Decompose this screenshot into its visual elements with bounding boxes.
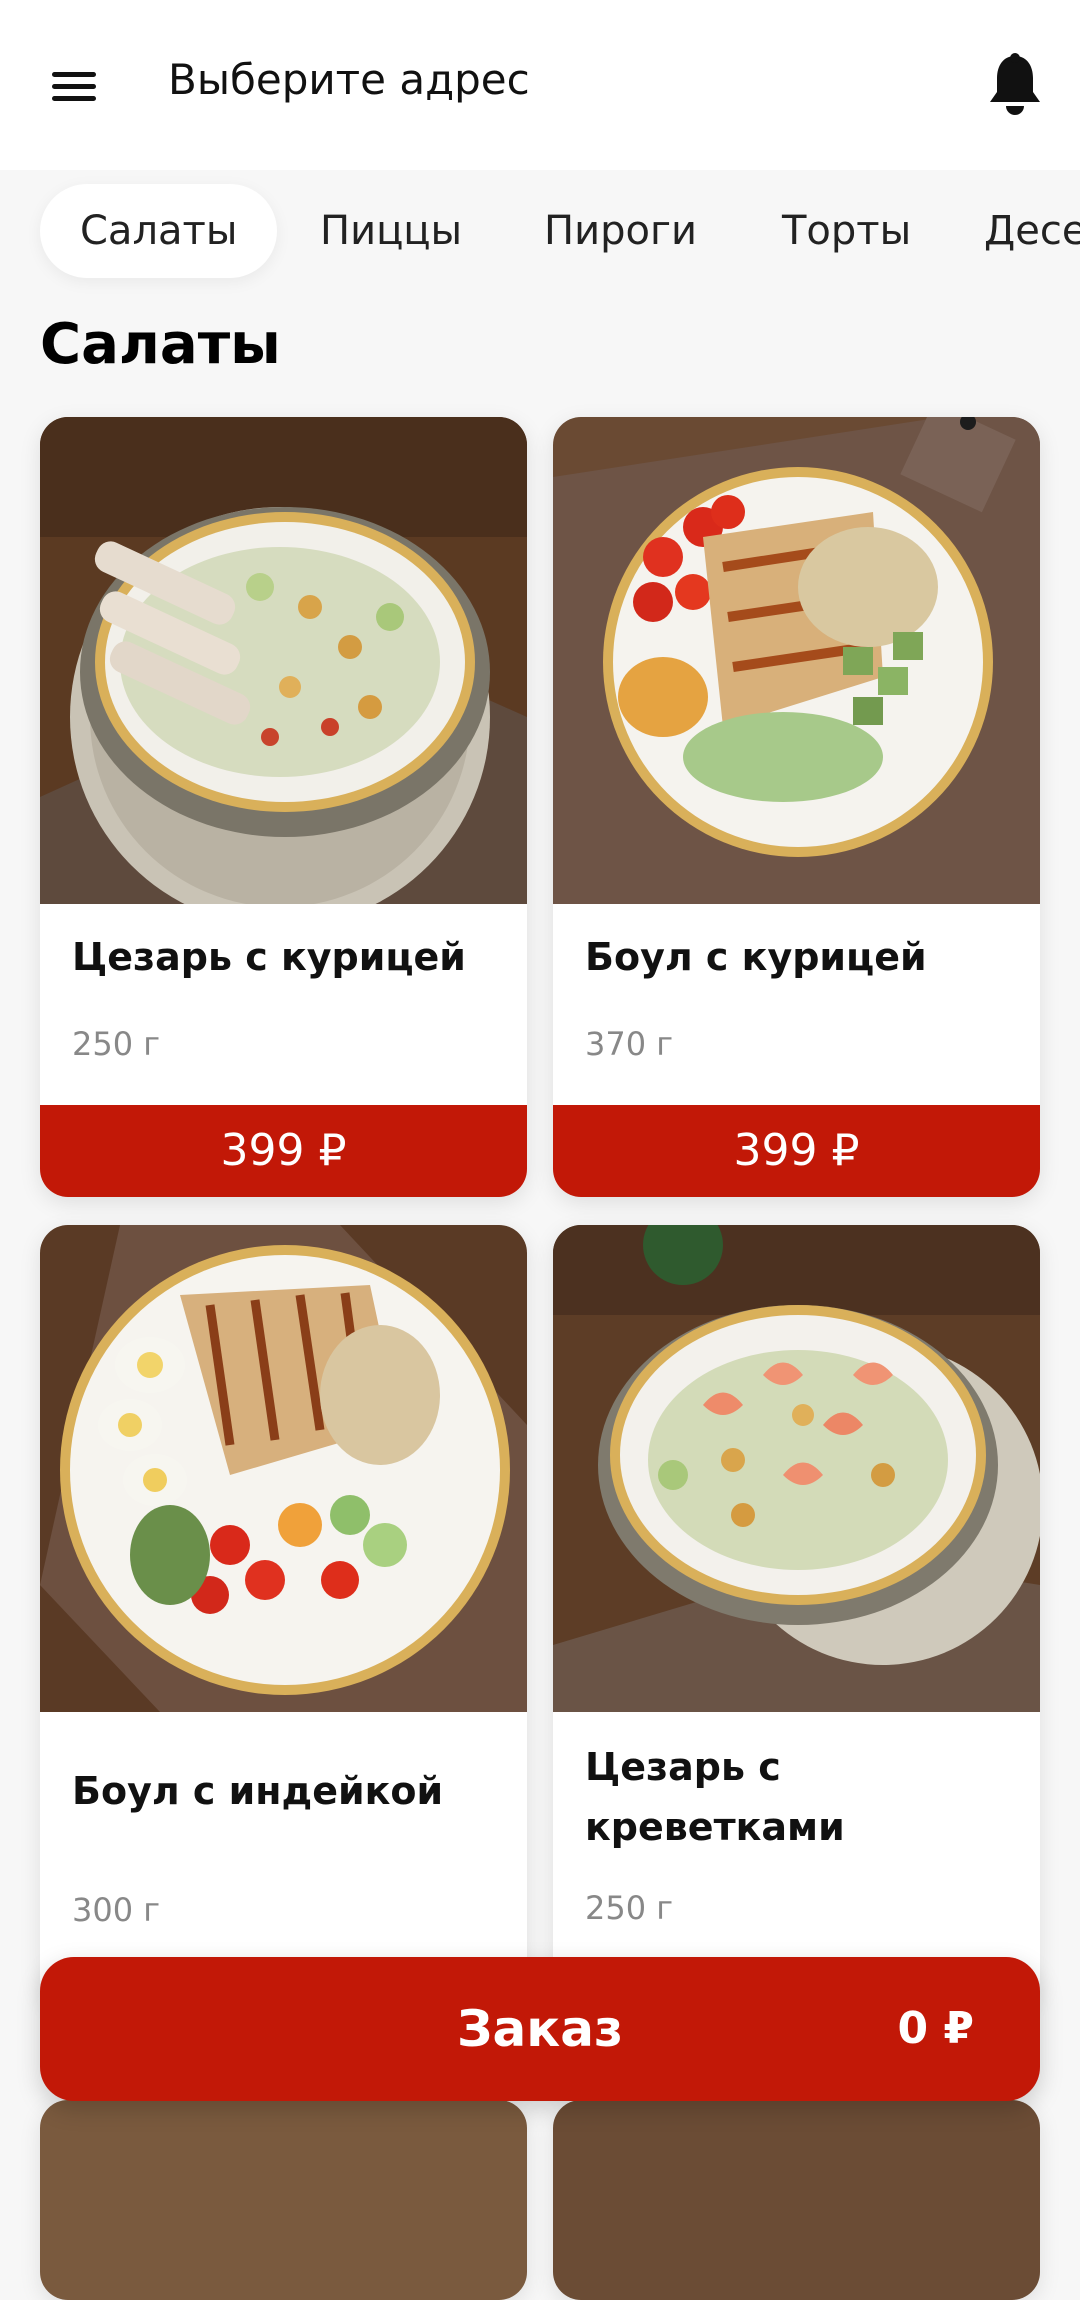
order-button[interactable]: Заказ 0 ₽ [40,1957,1040,2101]
address-selector[interactable]: Выберите адрес [168,55,530,104]
order-total: 0 ₽ [897,2003,974,2054]
product-name: Боул с индейкой [72,1769,444,1813]
order-label: Заказ [457,2000,623,2058]
product-weight: 250 г [585,1889,674,1927]
caesar-chicken-salad-photo [40,417,527,904]
price-button[interactable]: 399 ₽ [40,1105,527,1197]
product-name: Цезарь с креветками [585,1745,845,1849]
tab-cakes[interactable]: Торты [782,184,911,278]
turkey-bowl-photo [40,1225,527,1712]
chicken-bowl-photo [553,417,1040,904]
hamburger-menu-icon[interactable] [40,62,108,110]
product-card[interactable]: Боул с курицей 370 г 399 ₽ [553,417,1040,1197]
product-card[interactable]: Цезарь с креветками 250 г [553,1225,1040,2005]
product-card[interactable]: Боул с индейкой 300 г [40,1225,527,2005]
tab-salads[interactable]: Салаты [40,184,278,278]
product-weight: 300 г [72,1891,161,1929]
tab-pizzas[interactable]: Пиццы [320,184,462,278]
top-app-bar: Выберите адрес [0,0,1080,170]
category-tabs: Салаты Пиццы Пироги Торты Десе [0,170,1080,300]
price-button[interactable]: 399 ₽ [553,1105,1040,1197]
product-card[interactable] [553,2100,1040,2300]
section-title: Салаты [40,312,281,377]
product-card[interactable]: Цезарь с курицей 250 г 399 ₽ [40,417,527,1197]
tab-pies[interactable]: Пироги [544,184,697,278]
product-name: Боул с курицей [585,935,927,979]
product-name: Цезарь с курицей [72,935,466,979]
product-weight: 250 г [72,1025,161,1063]
bell-icon[interactable] [985,52,1045,118]
tab-desserts[interactable]: Десе [984,184,1080,278]
product-card[interactable] [40,2100,527,2300]
caesar-shrimp-salad-photo [553,1225,1040,1712]
product-weight: 370 г [585,1025,674,1063]
